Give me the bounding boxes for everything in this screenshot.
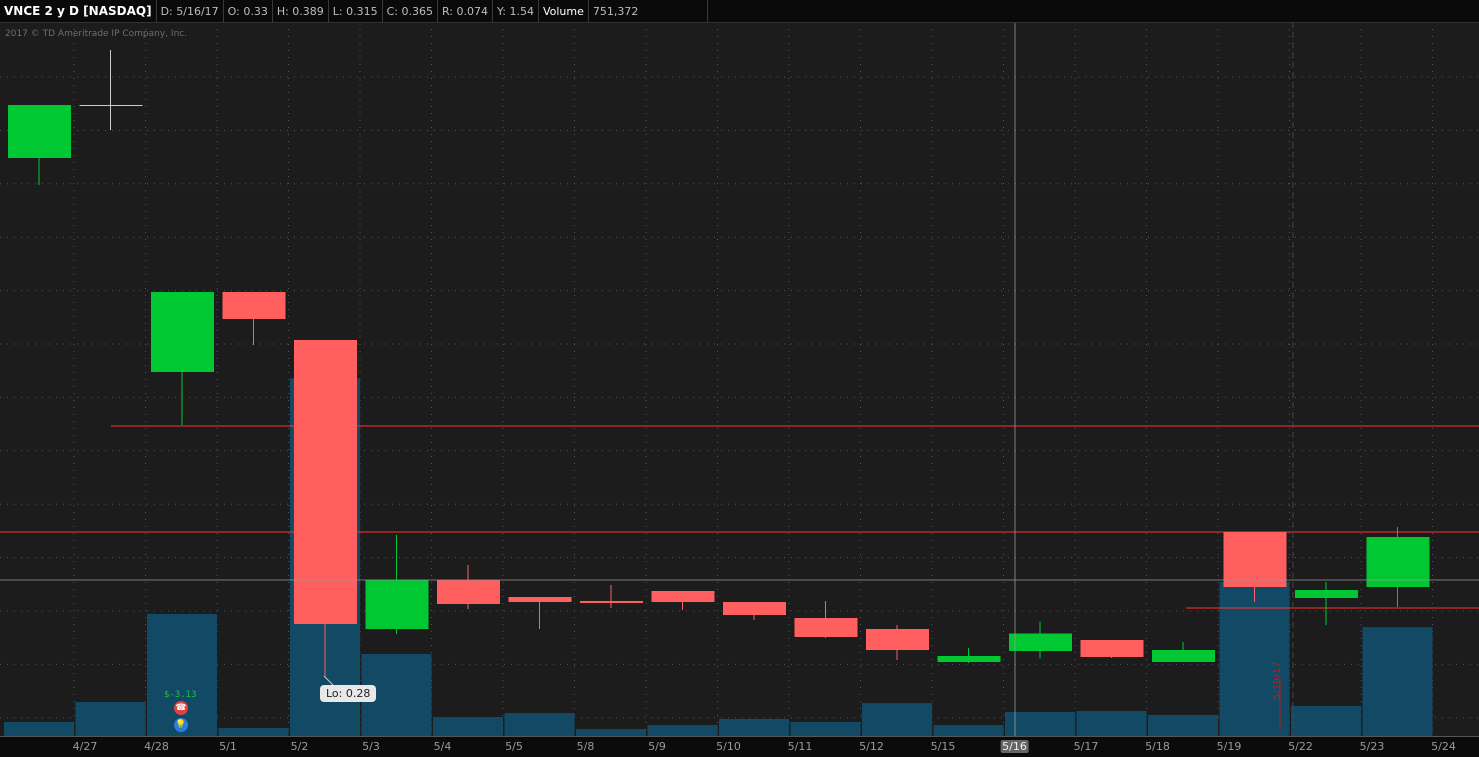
x-tick-label: 5/5 <box>505 740 523 753</box>
range-readout: R: 0.074 <box>438 0 493 22</box>
volume-bar <box>1076 710 1147 736</box>
price-chart[interactable] <box>0 0 1479 736</box>
earnings-date-label: 5/19/17 <box>1272 661 1283 700</box>
x-tick-label: 5/17 <box>1073 740 1099 753</box>
symbol-label[interactable]: VNCE 2 y D [NASDAQ] <box>0 0 157 22</box>
candle-body <box>365 580 429 629</box>
volume-bar <box>790 722 861 736</box>
low-readout: L: 0.315 <box>329 0 383 22</box>
x-tick-label: 5/19 <box>1216 740 1242 753</box>
volume-bar <box>75 702 146 736</box>
candle-body <box>1295 590 1358 598</box>
candle-body <box>1152 650 1215 662</box>
y-readout: Y: 1.54 <box>493 0 539 22</box>
phone-icon[interactable]: ☎ <box>174 701 188 715</box>
candle-body <box>8 105 71 158</box>
low-tooltip: Lo: 0.28 <box>320 685 377 702</box>
high-readout: H: 0.389 <box>273 0 329 22</box>
copyright-text: 2017 © TD Ameritrade IP Company, Inc. <box>5 29 188 39</box>
candle-body <box>222 292 286 319</box>
x-tick-label: 5/12 <box>859 740 884 753</box>
volume-readout: 751,372 <box>589 0 708 22</box>
volume-bar <box>1219 582 1290 736</box>
volume-bar <box>4 722 74 736</box>
volume-bar <box>1362 627 1433 736</box>
candle-body <box>1080 640 1144 657</box>
candle-body <box>508 597 572 602</box>
x-tick-label: 5/18 <box>1145 740 1170 753</box>
x-tick-label: 5/23 <box>1359 740 1385 753</box>
volume-bar <box>1148 715 1218 736</box>
x-tick-label: 4/28 <box>144 740 169 753</box>
open-readout: O: 0.33 <box>224 0 273 22</box>
candle-body <box>937 656 1001 662</box>
candle-body <box>1223 532 1287 587</box>
x-tick-label: 5/15 <box>930 740 956 753</box>
close-readout: C: 0.365 <box>383 0 438 22</box>
x-tick-label: 5/4 <box>433 740 452 753</box>
x-tick-label: 4/27 <box>72 740 98 753</box>
candle-body <box>794 618 858 637</box>
x-tick-label: 5/2 <box>290 740 309 753</box>
candle-body <box>866 629 929 650</box>
date-readout: D: 5/16/17 <box>157 0 224 22</box>
x-tick-label: 5/3 <box>362 740 380 753</box>
volume-bar <box>433 716 503 736</box>
volume-bar <box>218 728 289 736</box>
volume-bar <box>647 725 718 736</box>
x-tick-label: 5/16 <box>1000 740 1029 753</box>
candle-body <box>651 591 715 602</box>
pl-label: $-3.13 <box>164 690 197 700</box>
x-tick-label: 5/1 <box>219 740 237 753</box>
candle-body <box>723 602 786 615</box>
x-axis[interactable]: 4/27 4/28 5/1 5/2 5/3 5/4 5/5 5/8 5/9 5/10 5/11 5/1… <box>0 736 1479 757</box>
x-tick-label: 5/11 <box>787 740 813 753</box>
x-tick-label: 5/24 <box>1431 740 1456 753</box>
volume-bar <box>719 719 789 736</box>
volume-label: Volume <box>539 0 589 22</box>
volume-bar <box>504 713 575 736</box>
x-tick-label: 5/8 <box>576 740 595 753</box>
x-tick-label: 5/10 <box>716 740 741 753</box>
candle-body <box>1009 633 1072 651</box>
candle-body <box>580 601 643 603</box>
candle-body <box>151 292 214 372</box>
volume-bar <box>862 703 932 736</box>
volume-bar <box>933 725 1004 736</box>
candle-body <box>79 105 143 106</box>
x-tick-label: 5/22 <box>1288 740 1313 753</box>
x-tick-label: 5/9 <box>648 740 666 753</box>
volume-bar <box>1291 706 1361 736</box>
volume-bar <box>576 729 646 736</box>
candle-body <box>437 580 500 604</box>
candle-body <box>294 340 357 624</box>
candle-body <box>1366 537 1430 587</box>
volume-bar <box>1005 712 1075 736</box>
lightbulb-icon[interactable]: 💡 <box>174 718 188 732</box>
quote-header: VNCE 2 y D [NASDAQ] D: 5/16/17 O: 0.33 H… <box>0 0 1479 23</box>
